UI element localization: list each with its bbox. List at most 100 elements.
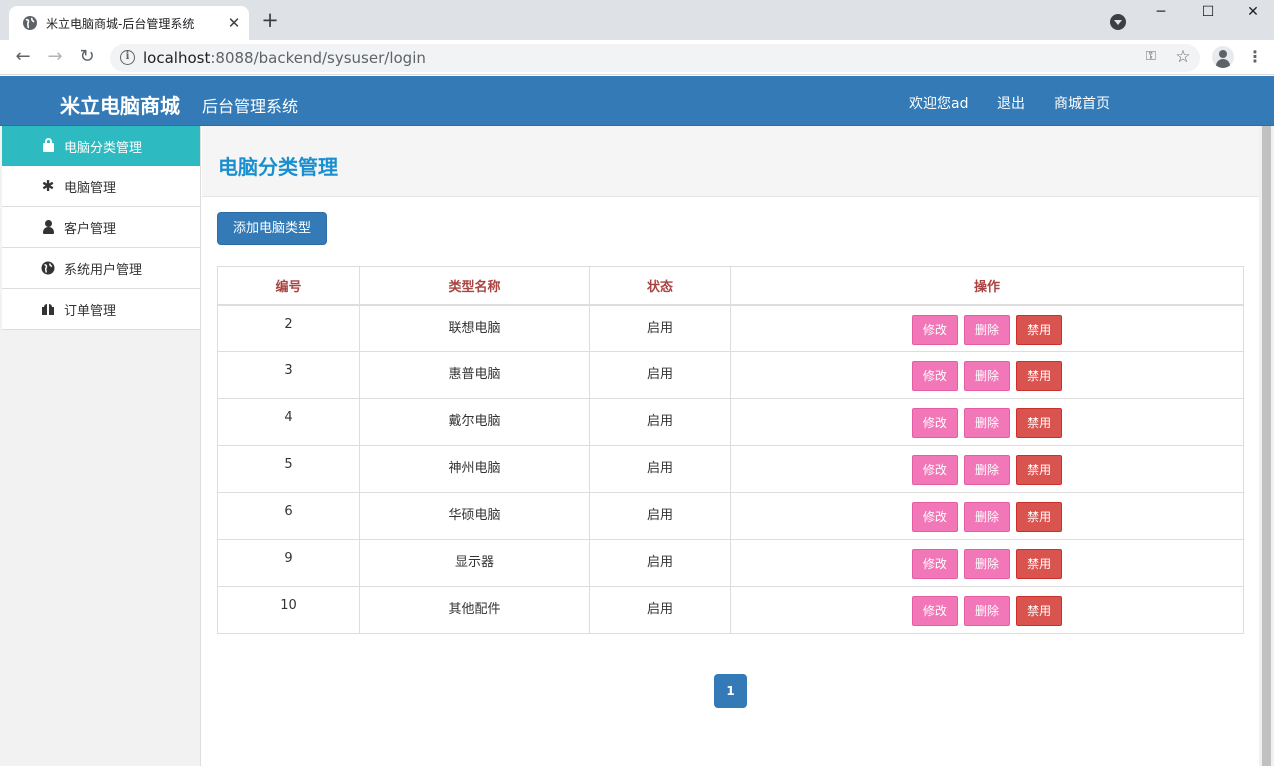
shop-home-link[interactable]: 商城首页 — [1054, 93, 1110, 113]
column-header-id: 编号 — [217, 266, 360, 306]
table-row: 5 神州电脑 启用 修改 删除 禁用 — [217, 445, 1244, 493]
delete-button[interactable]: 删除 — [964, 549, 1010, 579]
info-icon[interactable]: i — [120, 50, 135, 65]
cell-actions: 修改 删除 禁用 — [730, 492, 1244, 540]
disable-button[interactable]: 禁用 — [1016, 549, 1063, 579]
table-row: 9 显示器 启用 修改 删除 禁用 — [217, 539, 1244, 587]
sidebar-item-sysuser-management[interactable]: 系统用户管理 — [2, 248, 200, 289]
category-table: 编号 类型名称 状态 操作 2 联想电脑 启用 修改 删除 禁用 3 惠普电脑 … — [217, 266, 1244, 634]
browser-tab[interactable]: 米立电脑商城-后台管理系统 ✕ — [9, 6, 249, 40]
disable-button[interactable]: 禁用 — [1016, 502, 1063, 532]
sidebar-item-label: 客户管理 — [64, 222, 117, 237]
cell-status: 启用 — [589, 539, 731, 587]
delete-button[interactable]: 删除 — [964, 596, 1010, 626]
disable-button[interactable]: 禁用 — [1016, 596, 1063, 626]
cell-actions: 修改 删除 禁用 — [730, 539, 1244, 587]
star-bookmark-icon[interactable]: ☆ — [1173, 47, 1193, 67]
edit-button[interactable]: 修改 — [911, 408, 958, 438]
edit-button[interactable]: 修改 — [911, 314, 958, 345]
key-icon[interactable]: ⚿ — [1142, 48, 1160, 66]
table-row: 3 惠普电脑 启用 修改 删除 禁用 — [217, 351, 1244, 399]
sidebar-item-label: 电脑分类管理 — [64, 141, 143, 156]
cell-id: 2 — [217, 304, 360, 352]
maximize-icon[interactable]: ☐ — [1185, 0, 1231, 30]
cell-actions: 修改 删除 禁用 — [730, 398, 1244, 446]
add-category-button[interactable]: 添加电脑类型 — [217, 212, 327, 245]
window-close-icon[interactable]: ✕ — [1230, 0, 1274, 30]
new-tab-plus-icon[interactable]: + — [259, 9, 281, 31]
cell-id: 6 — [217, 492, 360, 540]
logout-link[interactable]: 退出 — [997, 93, 1025, 113]
sidebar-item-label: 系统用户管理 — [64, 263, 143, 278]
brand-logo-text[interactable]: 米立电脑商城 — [60, 90, 180, 119]
minimize-icon[interactable]: ─ — [1138, 0, 1184, 30]
disable-button[interactable]: 禁用 — [1016, 314, 1063, 345]
cell-name: 华硕电脑 — [359, 492, 590, 540]
welcome-user-link[interactable]: 欢迎您ad — [909, 93, 968, 113]
cell-actions: 修改 删除 禁用 — [730, 304, 1244, 352]
sidebar: 电脑分类管理 ✱ 电脑管理 客户管理 系统用户管理 订单管理 — [0, 126, 201, 766]
column-header-status: 状态 — [589, 266, 731, 306]
cell-name: 显示器 — [359, 539, 590, 587]
disable-button[interactable]: 禁用 — [1016, 455, 1063, 485]
cell-id: 4 — [217, 398, 360, 446]
table-row: 10 其他配件 启用 修改 删除 禁用 — [217, 586, 1244, 634]
edit-button[interactable]: 修改 — [911, 502, 958, 532]
tab-search-dropdown-icon[interactable] — [1110, 14, 1126, 30]
cell-status: 启用 — [589, 586, 731, 634]
asterisk-icon: ✱ — [41, 177, 55, 195]
sidebar-item-computer-management[interactable]: ✱ 电脑管理 — [2, 166, 200, 207]
cell-actions: 修改 删除 禁用 — [730, 445, 1244, 493]
column-header-actions: 操作 — [730, 266, 1244, 306]
browser-toolbar: ← → ↻ i localhost:8088/backend/sysuser/l… — [0, 40, 1274, 75]
sidebar-item-label: 电脑管理 — [64, 181, 117, 196]
back-arrow-icon[interactable]: ← — [11, 45, 35, 69]
cell-name: 其他配件 — [359, 586, 590, 634]
forward-arrow-icon[interactable]: → — [43, 45, 67, 69]
browser-tabstrip: 米立电脑商城-后台管理系统 ✕ + ─ ☐ ✕ — [0, 0, 1274, 40]
cell-status: 启用 — [589, 351, 731, 399]
delete-button[interactable]: 删除 — [964, 408, 1010, 438]
cell-status: 启用 — [589, 304, 731, 352]
delete-button[interactable]: 删除 — [964, 314, 1010, 345]
lock-icon — [40, 138, 56, 154]
tab-close-icon[interactable]: ✕ — [225, 14, 243, 32]
url-path: :8088/backend/sysuser/login — [210, 49, 426, 67]
sidebar-item-label: 订单管理 — [64, 304, 117, 319]
globe-icon — [41, 261, 55, 275]
cell-status: 启用 — [589, 398, 731, 446]
app-header: 米立电脑商城 后台管理系统 欢迎您ad 退出 商城首页 — [0, 76, 1274, 126]
edit-button[interactable]: 修改 — [911, 549, 958, 579]
cell-status: 启用 — [589, 445, 731, 493]
column-header-name: 类型名称 — [359, 266, 590, 306]
edit-button[interactable]: 修改 — [911, 455, 958, 485]
page-title: 电脑分类管理 — [218, 155, 338, 179]
disable-button[interactable]: 禁用 — [1016, 361, 1063, 391]
delete-button[interactable]: 删除 — [964, 502, 1010, 532]
account-avatar-icon[interactable] — [1212, 46, 1234, 68]
gift-icon — [40, 301, 56, 317]
table-row: 4 戴尔电脑 启用 修改 删除 禁用 — [217, 398, 1244, 446]
sidebar-item-customer-management[interactable]: 客户管理 — [2, 207, 200, 248]
reload-icon[interactable]: ↻ — [75, 45, 99, 69]
table-row: 6 华硕电脑 启用 修改 删除 禁用 — [217, 492, 1244, 540]
delete-button[interactable]: 删除 — [964, 455, 1010, 485]
url-text: localhost:8088/backend/sysuser/login — [143, 49, 426, 67]
cell-status: 启用 — [589, 492, 731, 540]
sidebar-item-order-management[interactable]: 订单管理 — [2, 289, 200, 330]
edit-button[interactable]: 修改 — [911, 361, 958, 391]
kebab-menu-icon[interactable]: ⋮ — [1245, 47, 1265, 67]
pagination-page-button[interactable]: 1 — [714, 674, 747, 708]
delete-button[interactable]: 删除 — [964, 361, 1010, 391]
cell-name: 联想电脑 — [359, 304, 590, 352]
cell-id: 10 — [217, 586, 360, 634]
sidebar-item-category-management[interactable]: 电脑分类管理 — [2, 126, 200, 166]
disable-button[interactable]: 禁用 — [1016, 408, 1063, 438]
cell-name: 戴尔电脑 — [359, 398, 590, 446]
cell-name: 惠普电脑 — [359, 351, 590, 399]
scrollbar-thumb[interactable] — [1262, 126, 1271, 766]
edit-button[interactable]: 修改 — [911, 596, 958, 626]
address-bar[interactable]: i localhost:8088/backend/sysuser/login — [110, 44, 1200, 72]
sidebar-menu: 电脑分类管理 ✱ 电脑管理 客户管理 系统用户管理 订单管理 — [2, 126, 200, 330]
cell-actions: 修改 删除 禁用 — [730, 586, 1244, 634]
